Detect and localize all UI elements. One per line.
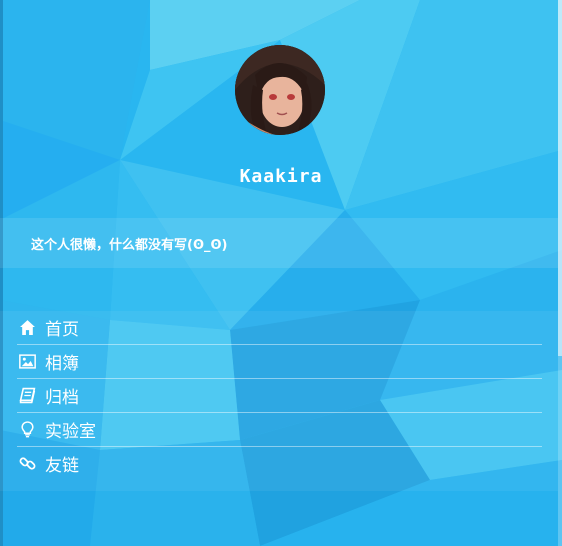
avatar[interactable] <box>235 45 325 135</box>
nav-menu: 首页 相簿 归档 实验室 友链 <box>17 311 542 480</box>
username: Kaakira <box>239 166 323 187</box>
scrollbar-track[interactable] <box>558 0 562 546</box>
link-icon <box>17 455 37 473</box>
lightbulb-icon <box>17 421 37 439</box>
nav-item-label: 实验室 <box>45 422 96 442</box>
nav-item-label: 首页 <box>45 320 79 340</box>
home-icon <box>17 319 37 337</box>
nav-item-home[interactable]: 首页 <box>17 311 542 345</box>
nav-item-label: 友链 <box>45 456 79 476</box>
nav-item-label: 归档 <box>45 388 79 408</box>
nav-item-friends[interactable]: 友链 <box>17 447 542 480</box>
book-icon <box>17 387 37 405</box>
nav-item-archive[interactable]: 归档 <box>17 379 542 413</box>
image-icon <box>17 353 37 371</box>
nav-item-album[interactable]: 相簿 <box>17 345 542 379</box>
bio-text: 这个人很懒，什么都没有写(ʘ_ʘ) <box>31 238 228 253</box>
avatar-image <box>235 45 325 135</box>
nav-item-label: 相簿 <box>45 354 79 374</box>
nav-item-lab[interactable]: 实验室 <box>17 413 542 447</box>
